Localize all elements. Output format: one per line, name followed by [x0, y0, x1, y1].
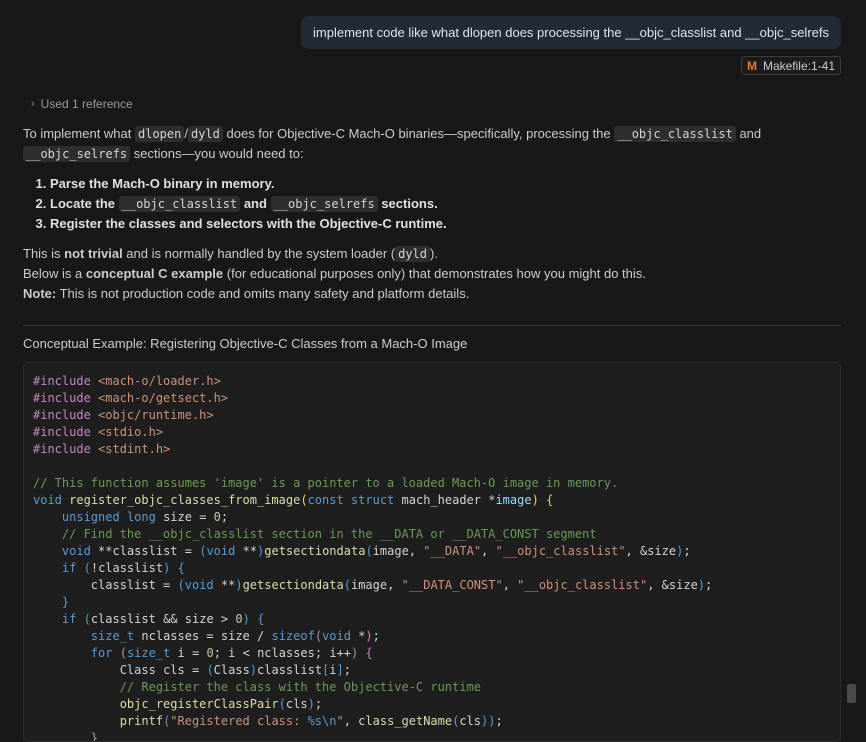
code-content: #include <mach-o/loader.h> #include <mac…: [33, 374, 713, 742]
inline-code: __objc_classlist: [614, 126, 736, 142]
steps-list: Parse the Mach-O binary in memory. Locat…: [23, 174, 823, 234]
step-item: Locate the __objc_classlist and __objc_s…: [50, 194, 823, 214]
inline-code: dyld: [395, 246, 431, 262]
inline-code: __objc_selrefs: [23, 146, 131, 162]
code-block[interactable]: #include <mach-o/loader.h> #include <mac…: [23, 362, 841, 742]
example-title: Conceptual Example: Registering Objectiv…: [23, 336, 468, 351]
used-references-label: Used 1 reference: [40, 97, 133, 111]
user-message-bubble: implement code like what dlopen does pro…: [301, 16, 841, 49]
makefile-icon: M: [746, 58, 757, 73]
step-item: Register the classes and selectors with …: [50, 214, 823, 234]
chevron-right-icon: ›: [31, 98, 35, 110]
answer-notes: This is not trivial and is normally hand…: [23, 246, 646, 301]
reference-chip-label: Makefile:1-41: [762, 58, 835, 73]
reference-chip[interactable]: M Makefile:1-41: [740, 56, 841, 75]
assistant-answer: To implement what dlopen / dyld does for O…: [23, 124, 823, 304]
used-references-toggle[interactable]: › Used 1 reference: [31, 97, 133, 111]
inline-code: __objc_classlist: [118, 196, 241, 212]
step-item: Parse the Mach-O binary in memory.: [50, 174, 823, 194]
answer-intro: To implement what dlopen / dyld does for O…: [23, 126, 762, 162]
inline-code: dyld: [187, 126, 223, 142]
inline-code: dlopen: [135, 126, 185, 142]
scrollbar-thumb[interactable]: [847, 684, 856, 703]
inline-code: __objc_selrefs: [270, 196, 378, 212]
section-divider: [23, 325, 841, 326]
